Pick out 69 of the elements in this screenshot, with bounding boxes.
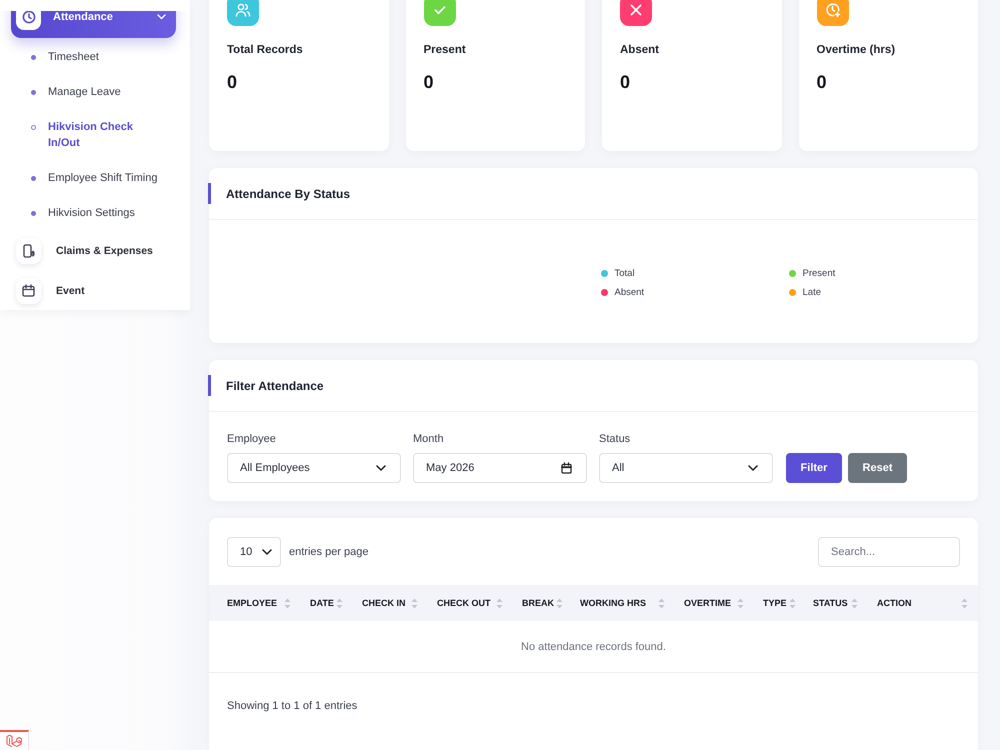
sort-icon	[658, 598, 665, 608]
column-header[interactable]: STATUS	[804, 585, 868, 621]
legend-label: Present	[802, 268, 836, 278]
sort-icon	[336, 598, 343, 608]
stat-value: 0	[227, 71, 238, 93]
sort-icon	[788, 598, 796, 608]
sort-icon	[556, 598, 564, 608]
nav-item[interactable]: Claims & Expenses	[11, 230, 176, 270]
table-footer-text: Showing 1 to 1 of 1 entries	[227, 700, 358, 712]
select-field[interactable]: All	[599, 453, 773, 483]
column-header[interactable]: BREAK	[513, 585, 571, 621]
search-field[interactable]: Search...	[818, 537, 960, 567]
page-size-select[interactable]: 10	[227, 537, 281, 567]
column-header[interactable]: CHECK IN	[353, 585, 428, 621]
sort-icon	[737, 598, 744, 608]
sort-icon	[411, 598, 418, 608]
sort-icon	[851, 598, 858, 608]
calendar-icon	[16, 278, 41, 304]
filter-button[interactable]: Filter	[786, 453, 842, 483]
legend-label: Total	[614, 268, 635, 278]
chevron-down-icon[interactable]	[157, 14, 166, 20]
stat-value: 0	[620, 71, 632, 93]
clock-icon	[16, 11, 41, 30]
card-title: Attendance By Status	[226, 186, 350, 200]
logo-icon[interactable]	[0, 730, 29, 750]
chevron-down-icon	[748, 465, 758, 471]
sort-icon	[496, 598, 503, 608]
column-header[interactable]: TYPE	[754, 585, 804, 621]
month-field[interactable]: May 2026	[413, 453, 587, 483]
sort-icon	[961, 598, 968, 608]
column-header[interactable]: WORKING HRS	[571, 585, 675, 621]
column-header[interactable]: CHECK OUT	[428, 585, 513, 621]
nav-item[interactable]: Attendance	[11, 11, 176, 38]
stat-value: 0	[424, 71, 435, 93]
reset-button[interactable]: Reset	[848, 453, 907, 483]
page-size-label: entries per page	[289, 546, 368, 558]
chevron-down-icon	[376, 465, 386, 471]
bullet-icon	[31, 54, 36, 60]
bullet-icon	[31, 124, 36, 130]
field-label: Employee	[227, 432, 277, 446]
nav-item[interactable]: Event	[11, 270, 176, 310]
submenu-item[interactable]: Manage Leave	[0, 74, 190, 110]
bullet-icon	[31, 90, 36, 94]
field-label: Month	[413, 432, 445, 446]
calendar-icon	[561, 462, 572, 474]
empty-message: No attendance records found.	[209, 621, 978, 672]
column-header[interactable]: ACTION	[868, 585, 978, 621]
submenu-item[interactable]: Hikvision Check In/Out	[0, 110, 190, 160]
bullet-icon	[31, 210, 36, 216]
phone-icon	[16, 238, 41, 264]
stat-label: Present	[424, 44, 467, 57]
bullet-icon	[31, 176, 36, 180]
card-title: Filter Attendance	[226, 378, 324, 392]
sort-icon	[284, 598, 291, 608]
column-header[interactable]: EMPLOYEE	[209, 585, 301, 621]
stat-value: 0	[816, 71, 828, 93]
submenu-item[interactable]: Employee Shift Timing	[0, 160, 190, 196]
stat-label: Overtime (hrs)	[816, 44, 896, 57]
submenu-item[interactable]: Hikvision Settings	[0, 196, 190, 230]
chevron-down-icon	[262, 549, 272, 555]
submenu-item[interactable]: Timesheet	[0, 40, 190, 74]
column-header[interactable]: DATE	[301, 585, 353, 621]
field-label: Status	[599, 432, 632, 446]
stat-label: Absent	[620, 44, 660, 57]
select-field[interactable]: All Employees	[227, 453, 401, 483]
column-header[interactable]: OVERTIME	[675, 585, 754, 621]
legend-label: Absent	[614, 286, 644, 298]
stat-label: Total Records	[227, 44, 304, 57]
legend-label: Late	[802, 286, 821, 298]
